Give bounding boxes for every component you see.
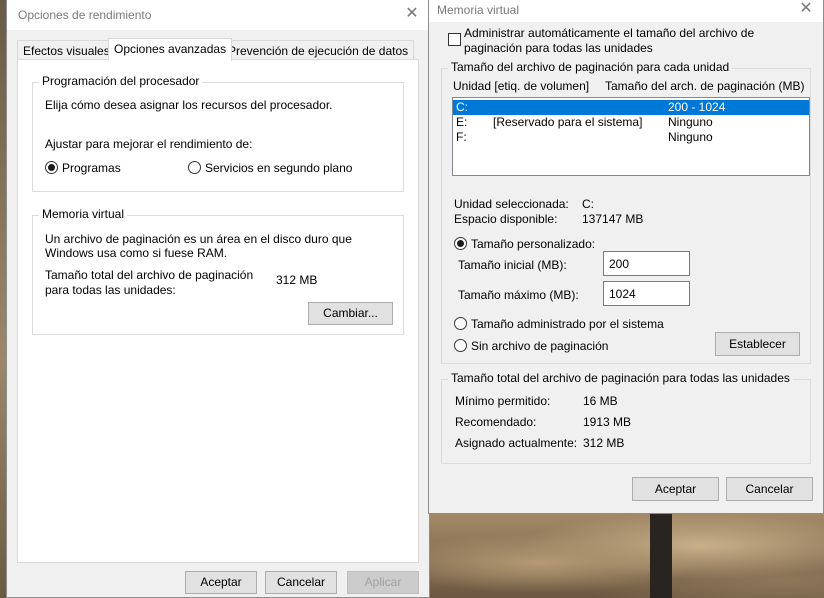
- tab-visual-effects[interactable]: Efectos visuales: [17, 40, 116, 60]
- drive-row-e[interactable]: E: [Reservado para el sistema] Ninguno: [453, 115, 809, 130]
- selected-drive-label: Unidad seleccionada:: [454, 197, 569, 211]
- size-column-header: Tamaño del arch. de paginación (MB): [605, 79, 805, 93]
- drive-row-f[interactable]: F: Ninguno: [453, 130, 809, 145]
- change-button[interactable]: Cambiar...: [308, 302, 393, 325]
- ok-button[interactable]: Aceptar: [632, 477, 719, 501]
- total-paging-group: Tamaño total del archivo de paginación p…: [441, 371, 811, 464]
- processor-scheduling-group: Programación del procesador Elija cómo d…: [32, 74, 404, 192]
- drive-paging-size: 200 - 1024: [668, 100, 726, 114]
- virtual-memory-window: Memoria virtual ✕ Administrar automática…: [428, 0, 824, 514]
- processor-description: Elija cómo desea asignar los recursos de…: [45, 98, 333, 112]
- close-icon[interactable]: ✕: [403, 5, 421, 23]
- ok-button[interactable]: Aceptar: [185, 571, 257, 594]
- per-drive-paging-group: Tamaño del archivo de paginación para ca…: [441, 60, 811, 364]
- window-title: Memoria virtual: [437, 3, 520, 17]
- no-paging-file-radio-label[interactable]: Sin archivo de paginación: [471, 339, 608, 353]
- tab-advanced-options[interactable]: Opciones avanzadas: [108, 38, 233, 61]
- drive-paging-size: Ninguno: [668, 115, 713, 129]
- performance-options-window: Opciones de rendimiento ✕ Efectos visual…: [6, 0, 430, 598]
- auto-manage-checkbox[interactable]: [448, 33, 461, 46]
- drive-column-header: Unidad [etiq. de volumen]: [453, 79, 590, 93]
- total-paging-legend: Tamaño total del archivo de paginación p…: [448, 371, 793, 385]
- programs-radio[interactable]: [45, 161, 58, 174]
- drive-list[interactable]: C: 200 - 1024 E: [Reservado para el sist…: [452, 97, 810, 176]
- selected-drive-value: C:: [582, 197, 594, 211]
- set-button[interactable]: Establecer: [715, 332, 800, 356]
- processor-scheduling-legend: Programación del procesador: [39, 74, 203, 88]
- free-space-label: Espacio disponible:: [454, 212, 558, 226]
- advanced-options-panel: Programación del procesador Elija cómo d…: [17, 59, 419, 563]
- total-paging-size-label-line1: Tamaño total del archivo de paginación: [45, 268, 254, 282]
- currently-allocated-label: Asignado actualmente:: [455, 436, 578, 450]
- background-services-radio[interactable]: [188, 161, 201, 174]
- drive-label: [Reservado para el sistema]: [493, 115, 643, 129]
- tab-data-execution-prevention[interactable]: Prevención de ejecución de datos: [222, 40, 415, 60]
- cancel-button[interactable]: Cancelar: [265, 571, 337, 594]
- cancel-button[interactable]: Cancelar: [726, 477, 813, 501]
- virtual-memory-legend: Memoria virtual: [39, 207, 128, 221]
- custom-size-radio-label[interactable]: Tamaño personalizado:: [471, 237, 595, 251]
- recommended-value: 1913 MB: [583, 415, 632, 429]
- drive-letter: C:: [456, 100, 468, 114]
- virtual-memory-description-line2: Windows usa como si fuese RAM.: [45, 246, 228, 260]
- desktop-wallpaper: [418, 510, 824, 598]
- drive-letter: F:: [456, 130, 467, 144]
- title-bar[interactable]: Memoria virtual ✕: [429, 0, 823, 22]
- custom-size-radio[interactable]: [454, 237, 467, 250]
- per-drive-paging-legend: Tamaño del archivo de paginación para ca…: [448, 60, 733, 74]
- apply-button: Aplicar: [347, 571, 419, 594]
- drive-row-c[interactable]: C: 200 - 1024: [453, 100, 809, 115]
- initial-size-label: Tamaño inicial (MB):: [458, 258, 567, 272]
- free-space-value: 137147 MB: [582, 212, 644, 226]
- recommended-label: Recomendado:: [455, 415, 537, 429]
- background-services-radio-label[interactable]: Servicios en segundo plano: [205, 161, 352, 175]
- wallpaper-detail: [650, 510, 672, 598]
- auto-manage-label-line2[interactable]: paginación para todas las unidades: [464, 41, 653, 55]
- close-icon[interactable]: ✕: [797, 0, 815, 18]
- virtual-memory-description-line1: Un archivo de paginación es un área en e…: [45, 232, 352, 246]
- minimum-allowed-label: Mínimo permitido:: [455, 394, 551, 408]
- max-size-input[interactable]: [603, 281, 690, 306]
- initial-size-input[interactable]: [603, 251, 690, 276]
- currently-allocated-value: 312 MB: [583, 436, 625, 450]
- total-paging-size-label-line2: para todas las unidades:: [45, 283, 176, 297]
- auto-manage-label-line1[interactable]: Administrar automáticamente el tamaño de…: [464, 26, 754, 40]
- total-paging-size-value: 312 MB: [276, 273, 318, 287]
- adjust-performance-label: Ajustar para mejorar el rendimiento de:: [45, 137, 253, 151]
- programs-radio-label[interactable]: Programas: [62, 161, 121, 175]
- drive-paging-size: Ninguno: [668, 130, 713, 144]
- window-title: Opciones de rendimiento: [18, 8, 152, 22]
- title-bar[interactable]: Opciones de rendimiento ✕: [7, 0, 429, 30]
- system-managed-radio[interactable]: [454, 317, 467, 330]
- minimum-allowed-value: 16 MB: [583, 394, 618, 408]
- max-size-label: Tamaño máximo (MB):: [458, 288, 579, 302]
- drive-letter: E:: [456, 115, 468, 129]
- virtual-memory-group: Memoria virtual Un archivo de paginación…: [32, 207, 404, 335]
- system-managed-radio-label[interactable]: Tamaño administrado por el sistema: [471, 317, 664, 331]
- no-paging-file-radio[interactable]: [454, 339, 467, 352]
